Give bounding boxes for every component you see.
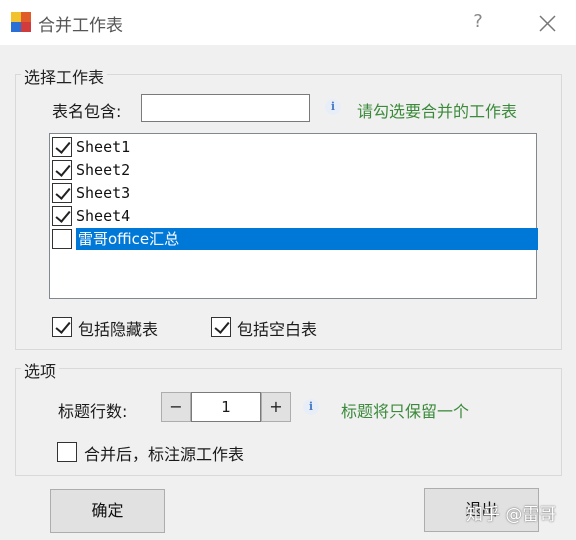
list-item-label: Sheet4 bbox=[76, 207, 131, 225]
mark-source-checkbox[interactable] bbox=[57, 442, 77, 462]
list-item-label: Sheet2 bbox=[76, 161, 131, 179]
window-title: 合并工作表 bbox=[38, 16, 123, 36]
close-icon[interactable] bbox=[532, 9, 562, 37]
list-item[interactable]: Sheet4 bbox=[50, 204, 536, 227]
list-item-label: Sheet3 bbox=[76, 184, 131, 202]
ok-button[interactable]: 确定 bbox=[50, 489, 165, 533]
name-contains-input[interactable] bbox=[141, 94, 310, 122]
info-icon: i bbox=[303, 399, 319, 415]
options-legend: 选项 bbox=[21, 358, 60, 382]
sheet2-checkbox[interactable] bbox=[52, 160, 72, 180]
list-item-label: Sheet1 bbox=[76, 138, 131, 156]
sheet3-checkbox[interactable] bbox=[52, 183, 72, 203]
list-item-label: 雷哥office汇总 bbox=[76, 228, 538, 250]
select-hint: 请勾选要合并的工作表 bbox=[357, 102, 518, 121]
select-sheets-legend: 选择工作表 bbox=[21, 64, 108, 88]
include-hidden-label: 包括隐藏表 bbox=[78, 320, 159, 339]
increment-button[interactable]: + bbox=[261, 392, 291, 422]
list-item[interactable]: Sheet2 bbox=[50, 158, 536, 181]
help-button[interactable]: ? bbox=[466, 9, 490, 35]
sheet-listbox[interactable]: Sheet1 Sheet2 Sheet3 Sheet4 雷哥office汇总 bbox=[49, 133, 538, 299]
include-hidden-checkbox[interactable] bbox=[52, 317, 72, 337]
header-rows-value[interactable]: 1 bbox=[191, 392, 261, 422]
list-item[interactable]: 雷哥office汇总 bbox=[50, 227, 538, 250]
watermark: 知乎 @雷哥 bbox=[466, 505, 557, 525]
header-rows-label: 标题行数: bbox=[58, 402, 128, 421]
sheet4-checkbox[interactable] bbox=[52, 206, 72, 226]
sheet1-checkbox[interactable] bbox=[52, 137, 72, 157]
include-blank-checkbox[interactable] bbox=[211, 317, 231, 337]
title-bar: 合并工作表 ? bbox=[0, 0, 576, 45]
info-icon: i bbox=[325, 99, 341, 115]
mark-source-label: 合并后，标注源工作表 bbox=[84, 445, 245, 464]
name-contains-label: 表名包含: bbox=[52, 102, 122, 121]
list-item[interactable]: Sheet1 bbox=[50, 135, 536, 158]
include-blank-label: 包括空白表 bbox=[237, 320, 318, 339]
decrement-button[interactable]: − bbox=[161, 392, 191, 422]
list-item[interactable]: Sheet3 bbox=[50, 181, 536, 204]
summary-sheet-checkbox[interactable] bbox=[52, 229, 72, 249]
app-icon bbox=[11, 12, 31, 32]
options-hint: 标题将只保留一个 bbox=[341, 402, 470, 421]
